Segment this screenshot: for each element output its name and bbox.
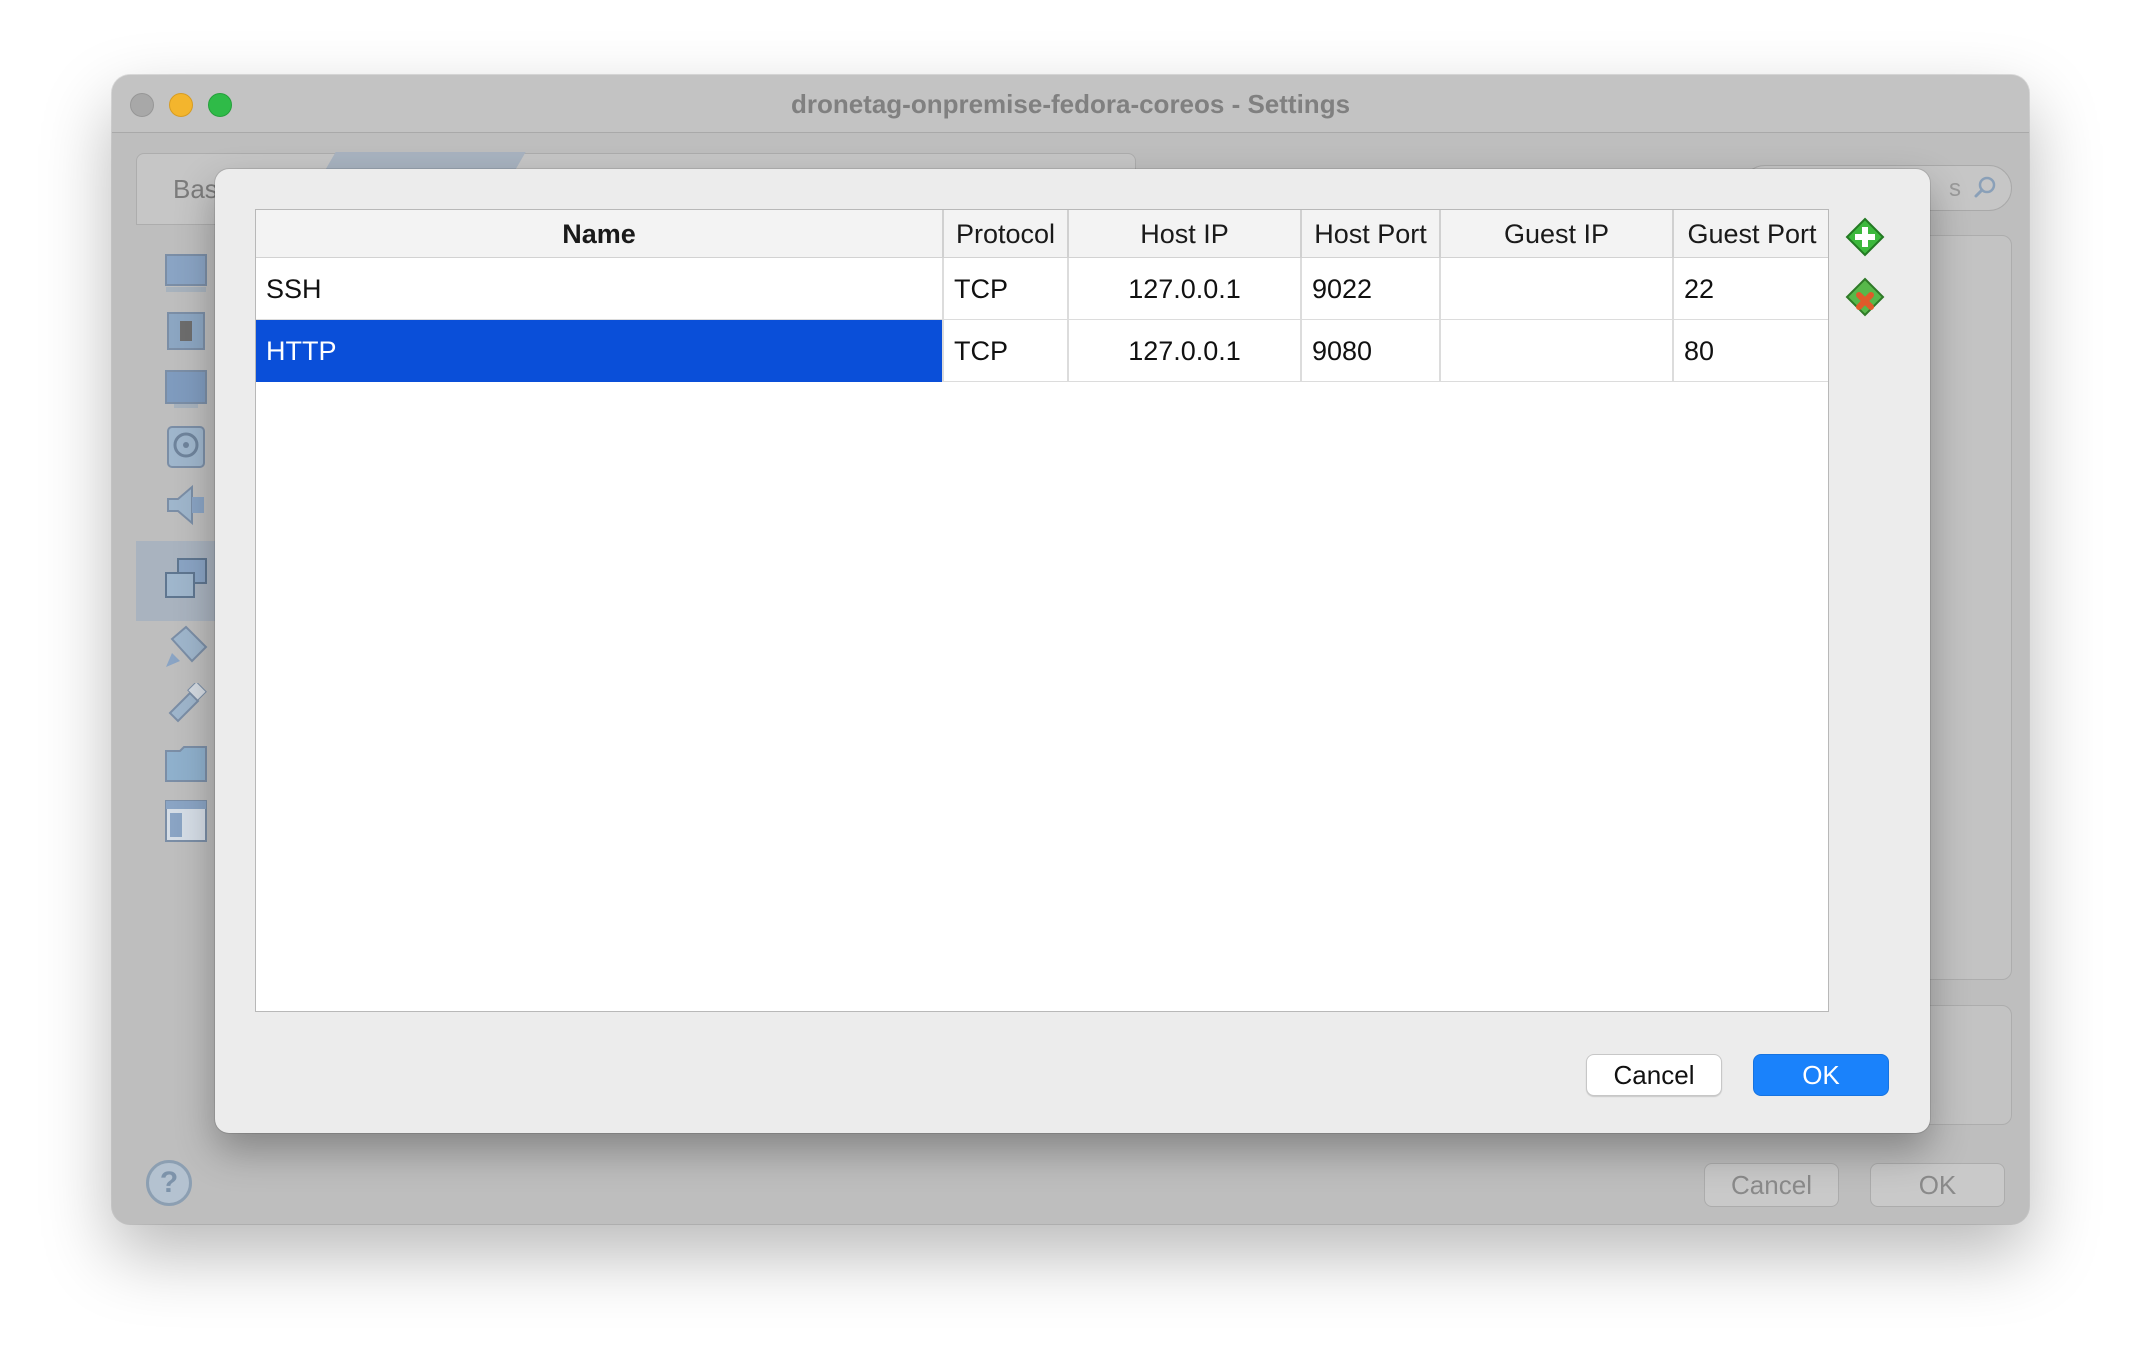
- usb-icon: [168, 683, 207, 723]
- search-icon: [1974, 176, 1996, 198]
- cell-protocol[interactable]: TCP: [944, 320, 1069, 382]
- general-icon: [165, 254, 207, 292]
- cell-guest-port[interactable]: 80: [1674, 320, 1828, 382]
- port-forwarding-table[interactable]: Name Protocol Host IP Host Port Guest IP…: [255, 209, 1829, 1012]
- storage-icon: [167, 426, 205, 468]
- column-header-name[interactable]: Name: [256, 210, 944, 258]
- remove-rule-icon: [1845, 277, 1885, 317]
- cancel-button[interactable]: Cancel: [1586, 1054, 1722, 1096]
- cell-host-port[interactable]: 9022: [1302, 258, 1441, 320]
- cell-name[interactable]: HTTP: [256, 320, 944, 382]
- column-header-guest-ip[interactable]: Guest IP: [1441, 210, 1674, 258]
- cell-host-ip[interactable]: 127.0.0.1: [1069, 258, 1302, 320]
- help-button[interactable]: ?: [146, 1160, 192, 1206]
- cell-guest-port[interactable]: 22: [1674, 258, 1828, 320]
- user-interface-icon: [165, 800, 207, 842]
- display-icon: [165, 370, 207, 408]
- table-row[interactable]: SSH TCP 127.0.0.1 9022 22: [256, 258, 1828, 320]
- table-header: Name Protocol Host IP Host Port Guest IP…: [256, 210, 1828, 258]
- table-row[interactable]: HTTP TCP 127.0.0.1 9080 80: [256, 320, 1828, 382]
- remove-rule-button[interactable]: [1845, 277, 1885, 317]
- settings-cancel-button[interactable]: Cancel: [1704, 1163, 1839, 1207]
- cell-protocol[interactable]: TCP: [944, 258, 1069, 320]
- column-header-host-ip[interactable]: Host IP: [1069, 210, 1302, 258]
- cell-name[interactable]: SSH: [256, 258, 944, 320]
- port-forwarding-dialog: Name Protocol Host IP Host Port Guest IP…: [215, 169, 1930, 1133]
- column-header-guest-port[interactable]: Guest Port: [1674, 210, 1828, 258]
- window-title: dronetag-onpremise-fedora-coreos - Setti…: [790, 89, 1351, 119]
- column-header-host-port[interactable]: Host Port: [1302, 210, 1441, 258]
- ok-button[interactable]: OK: [1753, 1054, 1889, 1096]
- network-icon: [165, 558, 207, 598]
- audio-icon: [167, 484, 204, 526]
- column-header-protocol[interactable]: Protocol: [944, 210, 1069, 258]
- cell-host-ip[interactable]: 127.0.0.1: [1069, 320, 1302, 382]
- cell-guest-ip[interactable]: [1441, 320, 1674, 382]
- search-placeholder: s: [1949, 175, 1961, 202]
- system-icon: [167, 312, 205, 350]
- serial-ports-icon: [166, 625, 208, 667]
- cell-guest-ip[interactable]: [1441, 258, 1674, 320]
- tab-basic[interactable]: Bas: [173, 174, 218, 205]
- shared-folders-icon: [165, 746, 207, 782]
- settings-ok-button[interactable]: OK: [1870, 1163, 2005, 1207]
- add-rule-button[interactable]: [1845, 217, 1885, 257]
- add-rule-icon: [1845, 217, 1885, 257]
- title-bar: dronetag-onpremise-fedora-coreos - Setti…: [112, 75, 2029, 133]
- cell-host-port[interactable]: 9080: [1302, 320, 1441, 382]
